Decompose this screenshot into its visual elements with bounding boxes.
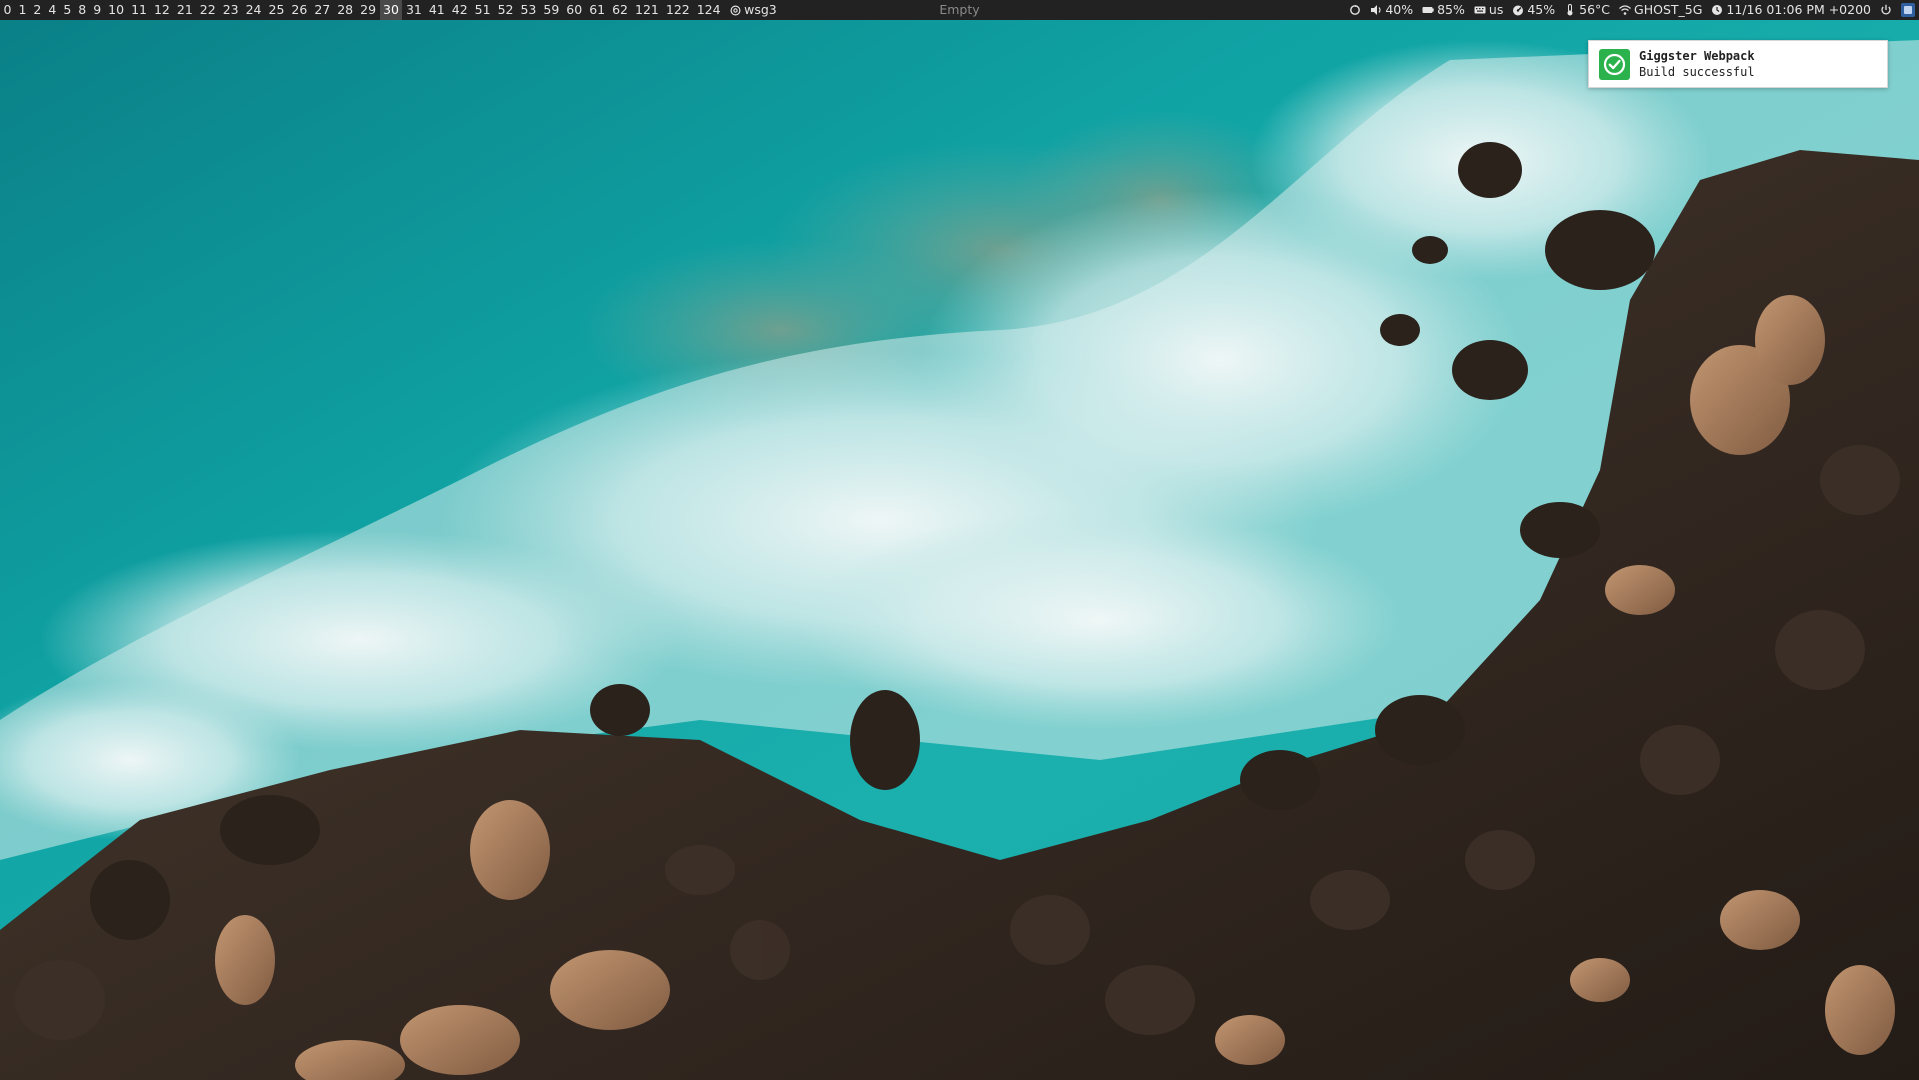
workspace-button-53[interactable]: 53 bbox=[517, 0, 540, 20]
top-status-bar: 0 1 2 4 5 8 9 10 11 12 21 22 23 24 25 26 27 28 29 30 31 41 42 5… bbox=[0, 0, 1919, 20]
workspace-button-25[interactable]: 25 bbox=[265, 0, 288, 20]
notification-title: Giggster Webpack bbox=[1639, 49, 1755, 63]
keyboard-icon bbox=[1474, 6, 1486, 14]
status-modules: 40% 85% us 45% 56°C GHOST_5G 11/16 01:06… bbox=[1349, 0, 1915, 20]
volume-value: 40% bbox=[1385, 2, 1414, 17]
workspace-button-23[interactable]: 23 bbox=[219, 0, 242, 20]
check-circle-icon bbox=[1599, 48, 1630, 80]
battery-value: 85% bbox=[1437, 2, 1465, 17]
workspace-button-27[interactable]: 27 bbox=[311, 0, 334, 20]
battery-icon bbox=[1422, 7, 1434, 13]
temperature-value: 56°C bbox=[1579, 2, 1611, 17]
workspace-button-10[interactable]: 10 bbox=[105, 0, 128, 20]
volume-module[interactable]: 40% bbox=[1370, 0, 1413, 20]
workspace-button-42[interactable]: 42 bbox=[448, 0, 471, 20]
thermometer-icon bbox=[1567, 4, 1573, 16]
workspace-button-8[interactable]: 8 bbox=[75, 0, 90, 20]
workspace-button-22[interactable]: 22 bbox=[196, 0, 219, 20]
update-module[interactable] bbox=[1349, 4, 1361, 16]
workspace-button-21[interactable]: 21 bbox=[173, 0, 196, 20]
workspace-button-26[interactable]: 26 bbox=[288, 0, 311, 20]
at-sign-icon bbox=[730, 5, 741, 15]
cpu-value: 45% bbox=[1527, 2, 1556, 17]
workspace-button-29[interactable]: 29 bbox=[357, 0, 380, 20]
workspace-button-24[interactable]: 24 bbox=[242, 0, 265, 20]
speaker-icon bbox=[1371, 5, 1381, 15]
workspace-button-1[interactable]: 1 bbox=[15, 0, 30, 20]
tray-app-icon[interactable] bbox=[1901, 3, 1915, 17]
workspace-group[interactable]: wsg3 bbox=[724, 0, 781, 20]
wifi-ssid: GHOST_5G bbox=[1634, 2, 1703, 17]
workspace-button-59[interactable]: 59 bbox=[540, 0, 563, 20]
sync-icon bbox=[1350, 5, 1361, 15]
workspace-button-61[interactable]: 61 bbox=[586, 0, 609, 20]
workspace-button-52[interactable]: 52 bbox=[494, 0, 517, 20]
workspace-button-124[interactable]: 124 bbox=[693, 0, 724, 20]
desktop: 0 1 2 4 5 8 9 10 11 12 21 22 23 24 25 26 27 28 29 30 31 41 42 5… bbox=[0, 0, 1919, 1080]
workspace-button-5[interactable]: 5 bbox=[60, 0, 75, 20]
temperature-module[interactable]: 56°C bbox=[1564, 0, 1610, 20]
keyboard-module[interactable]: us bbox=[1474, 0, 1503, 20]
keyboard-layout: us bbox=[1488, 2, 1504, 17]
workspace-button-28[interactable]: 28 bbox=[334, 0, 357, 20]
workspace-button-121[interactable]: 121 bbox=[632, 0, 663, 20]
workspace-button-4[interactable]: 4 bbox=[45, 0, 60, 20]
workspace-button-41[interactable]: 41 bbox=[425, 0, 448, 20]
notification-text: Giggster Webpack Build successful bbox=[1639, 48, 1755, 80]
workspace-button-2[interactable]: 2 bbox=[30, 0, 45, 20]
workspace-button-11[interactable]: 11 bbox=[128, 0, 151, 20]
workspace-button-62[interactable]: 62 bbox=[609, 0, 632, 20]
workspace-list: 0 1 2 4 5 8 9 10 11 12 21 22 23 24 25 26 27 28 29 30 31 41 42 5… bbox=[0, 0, 781, 20]
dashboard-gauge-icon bbox=[1513, 5, 1524, 16]
workspace-button-60[interactable]: 60 bbox=[563, 0, 586, 20]
window-title: Empty bbox=[939, 2, 980, 17]
wifi-module[interactable]: GHOST_5G bbox=[1619, 0, 1702, 20]
power-icon bbox=[1881, 4, 1891, 15]
wallpaper bbox=[0, 0, 1919, 1080]
workspace-button-31[interactable]: 31 bbox=[402, 0, 425, 20]
workspace-button-51[interactable]: 51 bbox=[471, 0, 494, 20]
tray-module[interactable] bbox=[1901, 3, 1915, 17]
workspace-button-12[interactable]: 12 bbox=[150, 0, 173, 20]
clock-datetime: 11/16 01:06 PM +0200 bbox=[1726, 2, 1871, 17]
cpu-module[interactable]: 45% bbox=[1512, 0, 1555, 20]
workspace-button-0[interactable]: 0 bbox=[0, 0, 15, 20]
wifi-icon bbox=[1619, 5, 1631, 15]
power-module[interactable] bbox=[1880, 4, 1892, 16]
notification-body: Build successful bbox=[1639, 65, 1755, 79]
clock-module[interactable]: 11/16 01:06 PM +0200 bbox=[1711, 0, 1871, 20]
workspace-button-122[interactable]: 122 bbox=[662, 0, 693, 20]
notification-popup[interactable]: Giggster Webpack Build successful bbox=[1588, 40, 1888, 88]
workspace-button-30[interactable]: 30 bbox=[379, 0, 403, 20]
battery-module[interactable]: 85% bbox=[1422, 0, 1465, 20]
clock-icon bbox=[1712, 5, 1723, 15]
workspace-group-label: wsg3 bbox=[744, 2, 777, 17]
workspace-button-9[interactable]: 9 bbox=[90, 0, 105, 20]
